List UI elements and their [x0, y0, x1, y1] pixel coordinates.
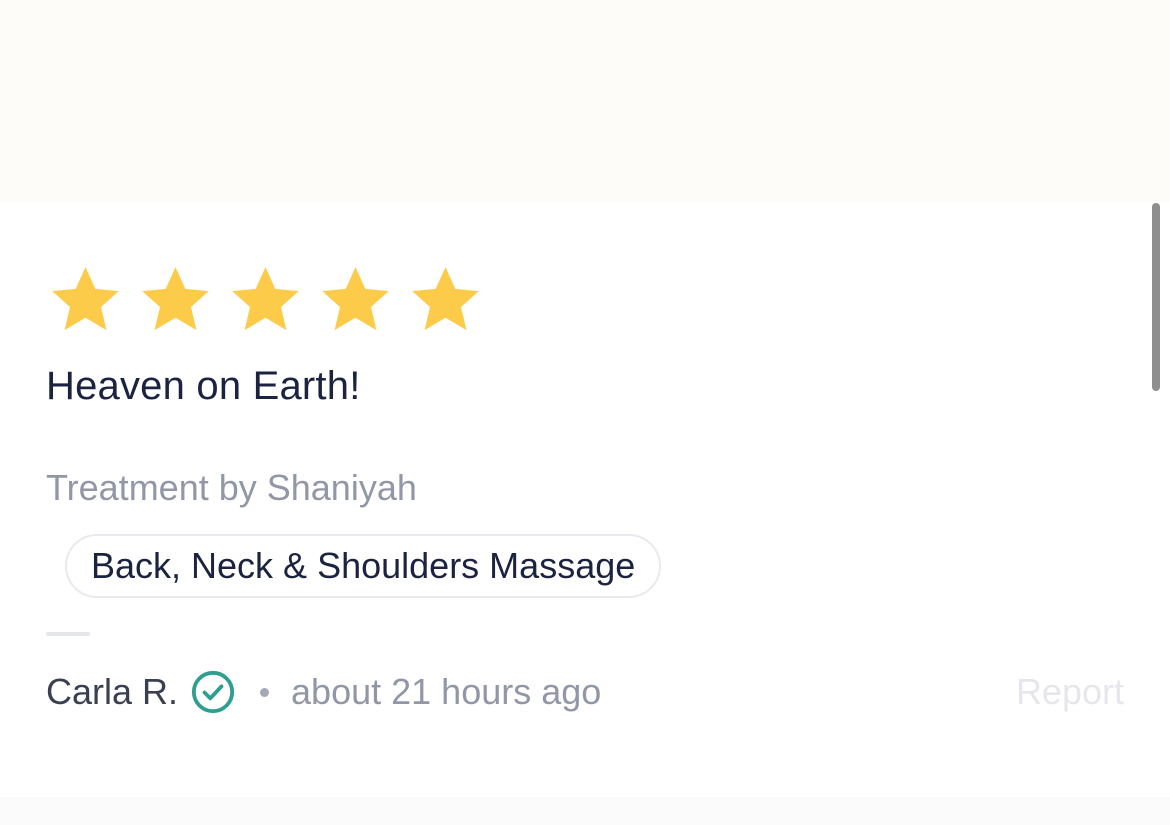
- star-icon: [322, 267, 389, 331]
- header-area: [0, 0, 1170, 202]
- service-tag: Back, Neck & Shoulders Massage: [65, 534, 662, 598]
- verified-check-icon: [191, 670, 235, 714]
- star-icon: [52, 267, 119, 331]
- divider: [46, 632, 90, 636]
- star-icon: [142, 267, 209, 331]
- footer-area: [0, 797, 1170, 825]
- review-meta: Carla R. about 21 hours ago Report: [46, 664, 1124, 720]
- review-time: about 21 hours ago: [291, 671, 602, 712]
- review-card: Heaven on Earth! Treatment by Shaniyah B…: [46, 262, 1126, 714]
- star-icon: [232, 267, 299, 331]
- review-title: Heaven on Earth!: [46, 364, 361, 408]
- author-name: Carla R.: [46, 671, 179, 712]
- treatment-by-text: Treatment by Shaniyah: [46, 467, 417, 508]
- star-icon: [412, 267, 479, 331]
- separator-dot: [260, 687, 270, 697]
- report-link[interactable]: Report: [1016, 671, 1124, 713]
- star-rating: [46, 262, 1126, 338]
- scrollbar[interactable]: [1152, 203, 1160, 391]
